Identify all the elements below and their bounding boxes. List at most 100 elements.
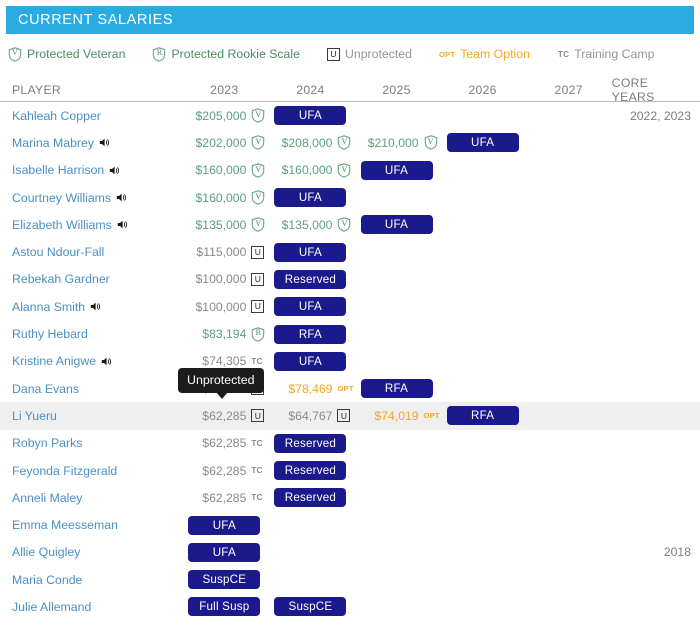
salary-marker[interactable]: V xyxy=(251,217,267,232)
table-row[interactable]: Isabelle Harrison$160,000V$160,000VUFA xyxy=(0,157,700,184)
salary-marker[interactable]: TC xyxy=(251,439,267,448)
status-badge-wrap: UFA xyxy=(181,516,267,535)
column-header-2024[interactable]: 2024 xyxy=(267,78,353,101)
salary-marker[interactable]: TC xyxy=(251,493,267,502)
status-badge[interactable]: Reserved xyxy=(274,270,346,289)
player-name-link[interactable]: Elizabeth Williams xyxy=(12,218,112,232)
player-name-link[interactable]: Rebekah Gardner xyxy=(12,272,110,286)
status-badge[interactable]: UFA xyxy=(447,133,519,152)
player-name-link[interactable]: Feyonda Fitzgerald xyxy=(12,464,117,478)
status-badge[interactable]: UFA xyxy=(361,215,433,234)
player-name-link[interactable]: Emma Meesseman xyxy=(12,518,118,532)
status-badge[interactable]: RFA xyxy=(447,406,519,425)
status-badge[interactable]: Reserved xyxy=(274,434,346,453)
table-row[interactable]: Allie QuigleyUFA2018 xyxy=(0,539,700,566)
player-name-link[interactable]: Allie Quigley xyxy=(12,545,80,559)
salary-marker[interactable]: U xyxy=(251,409,267,422)
salary-marker[interactable]: OPT xyxy=(424,411,440,420)
table-row[interactable]: Ruthy Hebard$83,194RRFA xyxy=(0,320,700,347)
player-name-link[interactable]: Robyn Parks xyxy=(12,436,82,450)
table-row[interactable]: Kahleah Copper$205,000VUFA2022, 2023 xyxy=(0,102,700,129)
speaker-icon[interactable] xyxy=(90,301,101,312)
speaker-icon[interactable] xyxy=(117,219,128,230)
status-badge[interactable]: RFA xyxy=(361,379,433,398)
table-row[interactable]: Maria Conde SuspCE xyxy=(0,566,700,593)
column-header-2027[interactable]: 2027 xyxy=(526,78,612,101)
table-row[interactable]: Marina Mabrey$202,000V$208,000V$210,000V… xyxy=(0,129,700,156)
status-badge[interactable]: Reserved xyxy=(274,488,346,507)
table-row[interactable]: Rebekah Gardner $100,000U Reserved xyxy=(0,266,700,293)
salary-marker[interactable]: V xyxy=(251,108,267,123)
player-name-link[interactable]: Li Yueru xyxy=(12,409,57,423)
table-row[interactable]: Courtney Williams$160,000VUFA xyxy=(0,184,700,211)
speaker-icon[interactable] xyxy=(109,165,120,176)
status-badge[interactable]: SuspCE xyxy=(274,597,346,616)
status-badge-wrap: UFA xyxy=(181,543,267,562)
salary-marker[interactable]: U xyxy=(251,273,267,286)
status-badge[interactable]: UFA xyxy=(188,516,260,535)
column-header-core-years[interactable]: CORE YEARS xyxy=(612,76,700,104)
player-name-link[interactable]: Courtney Williams xyxy=(12,191,111,205)
salary-marker[interactable]: U xyxy=(251,300,267,313)
table-row[interactable]: Julie Allemand Full Susp SuspCE xyxy=(0,593,700,620)
player-name-link[interactable]: Kristine Anigwe xyxy=(12,354,96,368)
status-badge[interactable]: UFA xyxy=(188,543,260,562)
status-badge[interactable]: UFA xyxy=(274,297,346,316)
status-badge[interactable]: SuspCE xyxy=(188,570,260,589)
status-badge[interactable]: Reserved xyxy=(274,461,346,480)
table-row[interactable]: Anneli Maley$62,285TCReserved xyxy=(0,484,700,511)
table-row[interactable]: Li Yueru$62,285U$64,767U$74,019OPTRFA xyxy=(0,402,700,429)
salary-marker[interactable]: U xyxy=(251,246,267,259)
column-header-2025[interactable]: 2025 xyxy=(353,78,439,101)
year-cell xyxy=(353,266,439,293)
speaker-icon[interactable] xyxy=(99,137,110,148)
column-header-2026[interactable]: 2026 xyxy=(440,78,526,101)
salary-marker[interactable]: V xyxy=(251,163,267,178)
status-badge[interactable]: RFA xyxy=(274,325,346,344)
salary-marker[interactable]: OPT xyxy=(337,384,353,393)
year-cell: $100,000U xyxy=(181,266,267,293)
player-name-link[interactable]: Ruthy Hebard xyxy=(12,327,88,341)
player-name-link[interactable]: Alanna Smith xyxy=(12,300,85,314)
salary-marker[interactable]: V xyxy=(424,135,440,150)
salary-marker[interactable]: V xyxy=(251,190,267,205)
table-row[interactable]: Feyonda Fitzgerald$62,285TCReserved xyxy=(0,457,700,484)
column-header-2023[interactable]: 2023 xyxy=(181,78,267,101)
table-row[interactable]: Astou Ndour-Fall$115,000UUFA xyxy=(0,238,700,265)
player-name-link[interactable]: Isabelle Harrison xyxy=(12,163,104,177)
year-cell xyxy=(440,511,526,538)
speaker-icon[interactable] xyxy=(116,192,127,203)
status-badge[interactable]: UFA xyxy=(361,161,433,180)
salary-marker[interactable]: TC xyxy=(251,357,267,366)
speaker-icon[interactable] xyxy=(101,356,112,367)
status-badge[interactable]: UFA xyxy=(274,188,346,207)
player-cell: Maria Conde xyxy=(0,573,181,587)
table-row[interactable]: Alanna Smith$100,000UUFA xyxy=(0,293,700,320)
salary-marker[interactable]: U xyxy=(337,409,353,422)
salary-marker[interactable]: V xyxy=(337,217,353,232)
year-cell xyxy=(440,484,526,511)
status-badge[interactable]: UFA xyxy=(274,352,346,371)
table-row[interactable]: Elizabeth Williams$135,000V$135,000VUFA xyxy=(0,211,700,238)
salary-marker[interactable]: V xyxy=(337,163,353,178)
table-row[interactable]: Robyn Parks$62,285TCReserved xyxy=(0,430,700,457)
status-badge[interactable]: Full Susp xyxy=(188,597,260,616)
player-name-link[interactable]: Julie Allemand xyxy=(12,600,91,614)
table-row[interactable]: Kristine Anigwe$74,305TCUFA xyxy=(0,348,700,375)
salary-marker[interactable]: V xyxy=(251,135,267,150)
status-badge[interactable]: UFA xyxy=(274,106,346,125)
player-name-link[interactable]: Kahleah Copper xyxy=(12,109,101,123)
player-name-link[interactable]: Anneli Maley xyxy=(12,491,82,505)
salary-marker[interactable]: TC xyxy=(251,466,267,475)
column-header-player[interactable]: PLAYER xyxy=(0,83,181,97)
player-name-link[interactable]: Marina Mabrey xyxy=(12,136,94,150)
status-badge[interactable]: UFA xyxy=(274,243,346,262)
shield-v-icon: V xyxy=(251,217,265,232)
salary-marker[interactable]: V xyxy=(337,135,353,150)
player-name-link[interactable]: Astou Ndour-Fall xyxy=(12,245,104,259)
player-name-link[interactable]: Maria Conde xyxy=(12,573,82,587)
salary-marker[interactable]: R xyxy=(251,327,267,342)
table-row[interactable]: Dana Evans$64,154U$78,469OPTRFA xyxy=(0,375,700,402)
table-row[interactable]: Emma Meesseman UFA xyxy=(0,511,700,538)
player-name-link[interactable]: Dana Evans xyxy=(12,382,79,396)
